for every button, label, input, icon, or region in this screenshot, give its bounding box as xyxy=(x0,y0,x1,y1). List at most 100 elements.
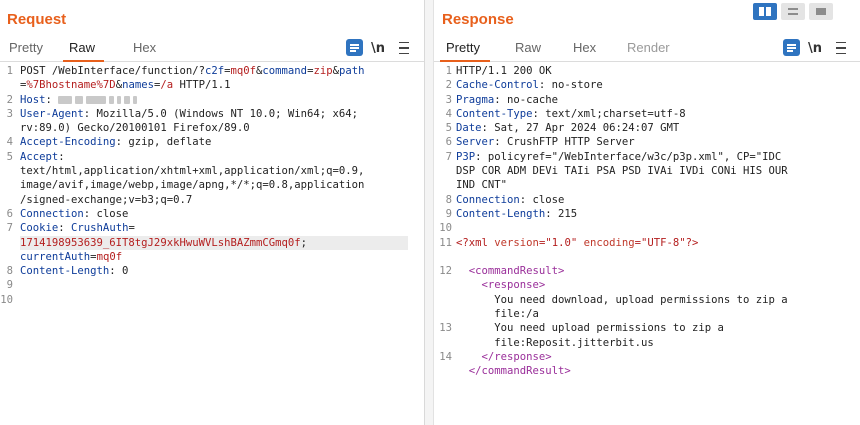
code-token: version xyxy=(494,236,539,249)
response-tab-pretty[interactable]: Pretty xyxy=(446,40,480,55)
line-number xyxy=(0,164,13,178)
code-token: c2f xyxy=(204,65,225,77)
code-line: currentAuth=mq0f xyxy=(20,250,420,264)
code-token: Cache-Control xyxy=(456,79,539,92)
code-token: Content-Length xyxy=(20,265,110,278)
line-number: 10 xyxy=(0,293,13,306)
code-token: /a xyxy=(160,79,174,92)
hamburger-menu-icon[interactable] xyxy=(834,39,848,57)
line-number xyxy=(438,336,452,350)
line-number xyxy=(0,178,13,192)
single-pane-layout-icon[interactable] xyxy=(809,3,833,20)
response-line-numbers: 1 2 3 4 5 6 7 8 9 10 11 12 13 14 xyxy=(438,64,452,364)
code-token: ="UTF-8" xyxy=(634,236,686,249)
code-line: You need upload permissions to zip a xyxy=(456,321,856,335)
code-token: 1714198953639_6IT8tgJ29xkHwuWVLshBAZmmCG… xyxy=(20,236,301,249)
code-token: : xyxy=(58,150,65,163)
code-token: path xyxy=(338,65,365,77)
line-number: 6 xyxy=(6,207,13,220)
hamburger-menu-icon[interactable] xyxy=(397,39,411,57)
response-active-tab-indicator xyxy=(440,60,490,62)
line-number xyxy=(0,193,13,207)
wrap-lines-icon[interactable] xyxy=(783,39,800,56)
code-token: Accept xyxy=(20,150,59,163)
code-line: POST /WebInterface/function/?c2f=mq0f&co… xyxy=(20,64,420,78)
code-line: rv:89.0) Gecko/20100101 Firefox/89.0 xyxy=(20,121,420,135)
request-active-tab-indicator xyxy=(63,60,104,62)
stacked-horizontal-layout-icon[interactable] xyxy=(781,3,805,20)
code-token: encoding xyxy=(583,236,635,249)
code-token: Accept-Encoding xyxy=(20,136,116,149)
code-line: Connection: close xyxy=(456,193,856,207)
redacted-host-block xyxy=(124,95,131,104)
response-tab-hex[interactable]: Hex xyxy=(573,40,596,55)
response-editor[interactable]: 1 2 3 4 5 6 7 8 9 10 11 12 13 14 HTTP/1.1 200 OK Cache… xyxy=(434,63,860,425)
layout-toggle xyxy=(753,3,833,20)
response-tab-raw[interactable]: Raw xyxy=(515,40,541,55)
line-number xyxy=(438,250,452,264)
code-token: HTTP/1.1 xyxy=(173,79,231,92)
code-line: Cookie: CrushAuth= xyxy=(20,221,420,235)
request-raw-text[interactable]: POST /WebInterface/function/?c2f=mq0f&co… xyxy=(20,64,420,307)
request-tabbar: Pretty Raw Hex \n xyxy=(0,36,424,62)
line-number xyxy=(438,278,452,292)
code-token: file:Reposit.jitterbit.us xyxy=(456,336,654,349)
code-line: Host: xyxy=(20,93,420,107)
code-token: rv:89.0) Gecko/20100101 Firefox/89.0 xyxy=(20,122,250,135)
line-number: 10 xyxy=(439,222,452,235)
line-number: 11 xyxy=(439,236,452,249)
code-token: mq0f xyxy=(96,250,123,263)
request-tab-hex[interactable]: Hex xyxy=(133,40,156,55)
newline-toggle-button[interactable]: \n xyxy=(370,39,386,57)
code-line: Accept-Encoding: gzip, deflate xyxy=(20,135,420,149)
code-token: HTTP/1.1 200 OK xyxy=(456,65,552,77)
line-number: 12 xyxy=(439,265,452,278)
response-pretty-text[interactable]: HTTP/1.1 200 OK Cache-Control: no-store Pr… xyxy=(456,64,856,379)
code-line: User-Agent: Mozilla/5.0 (Windows NT 10.0… xyxy=(20,107,420,121)
code-token: names xyxy=(122,79,154,92)
code-token: </commandResult> xyxy=(468,365,571,378)
code-token: CrushAuth xyxy=(71,222,129,235)
newline-toggle-button[interactable]: \n xyxy=(807,39,823,57)
wrap-lines-icon[interactable] xyxy=(346,39,363,56)
code-token: : close xyxy=(83,207,129,220)
code-token: file:/a xyxy=(456,308,539,321)
line-number: 7 xyxy=(445,150,452,163)
code-token: <?xml xyxy=(456,236,495,249)
code-token: : Sat, 27 Apr 2024 06:24:07 GMT xyxy=(481,122,680,135)
redacted-host-block xyxy=(133,95,138,104)
code-line: image/avif,image/webp,image/apng,*/*;q=0… xyxy=(20,178,420,192)
code-line: /signed-exchange;v=b3;q=0.7 xyxy=(20,193,420,207)
code-token: mq0f xyxy=(230,65,257,77)
code-token: You need download, upload permissions to… xyxy=(456,293,788,306)
line-number: 8 xyxy=(6,265,13,278)
code-line: </response> xyxy=(456,350,856,364)
line-number: 5 xyxy=(445,122,452,135)
redacted-host-block xyxy=(86,95,107,104)
code-token: ="1.0" xyxy=(538,236,584,249)
line-number: 1 xyxy=(445,65,452,77)
request-editor[interactable]: 1 2 3 4 5 6 7 8 9 10 POST /WebInterface/function/… xyxy=(0,63,424,425)
side-by-side-layout-icon[interactable] xyxy=(753,3,777,20)
code-token: : 215 xyxy=(545,207,578,220)
code-token: : no-store xyxy=(538,79,603,92)
code-token: IND CNT" xyxy=(456,179,508,192)
request-tab-raw[interactable]: Raw xyxy=(69,40,95,55)
code-line: Content-Length: 0 xyxy=(20,264,420,278)
code-token: <response> xyxy=(481,279,546,292)
code-line: Connection: close xyxy=(20,207,420,221)
code-line: P3P: policyref="/WebInterface/w3c/p3p.xm… xyxy=(456,150,856,164)
request-tab-pretty[interactable]: Pretty xyxy=(9,40,43,55)
code-token: : policyref="/WebInterface/w3c/p3p.xml",… xyxy=(475,150,782,163)
pane-divider[interactable] xyxy=(425,0,433,425)
line-number: 2 xyxy=(6,93,13,106)
redacted-host-block xyxy=(109,95,115,104)
response-tab-render[interactable]: Render xyxy=(627,40,670,55)
code-line: =%7Bhostname%7D&names=/a HTTP/1.1 xyxy=(20,78,420,92)
code-token: <commandResult> xyxy=(468,265,565,278)
line-number xyxy=(0,78,13,92)
